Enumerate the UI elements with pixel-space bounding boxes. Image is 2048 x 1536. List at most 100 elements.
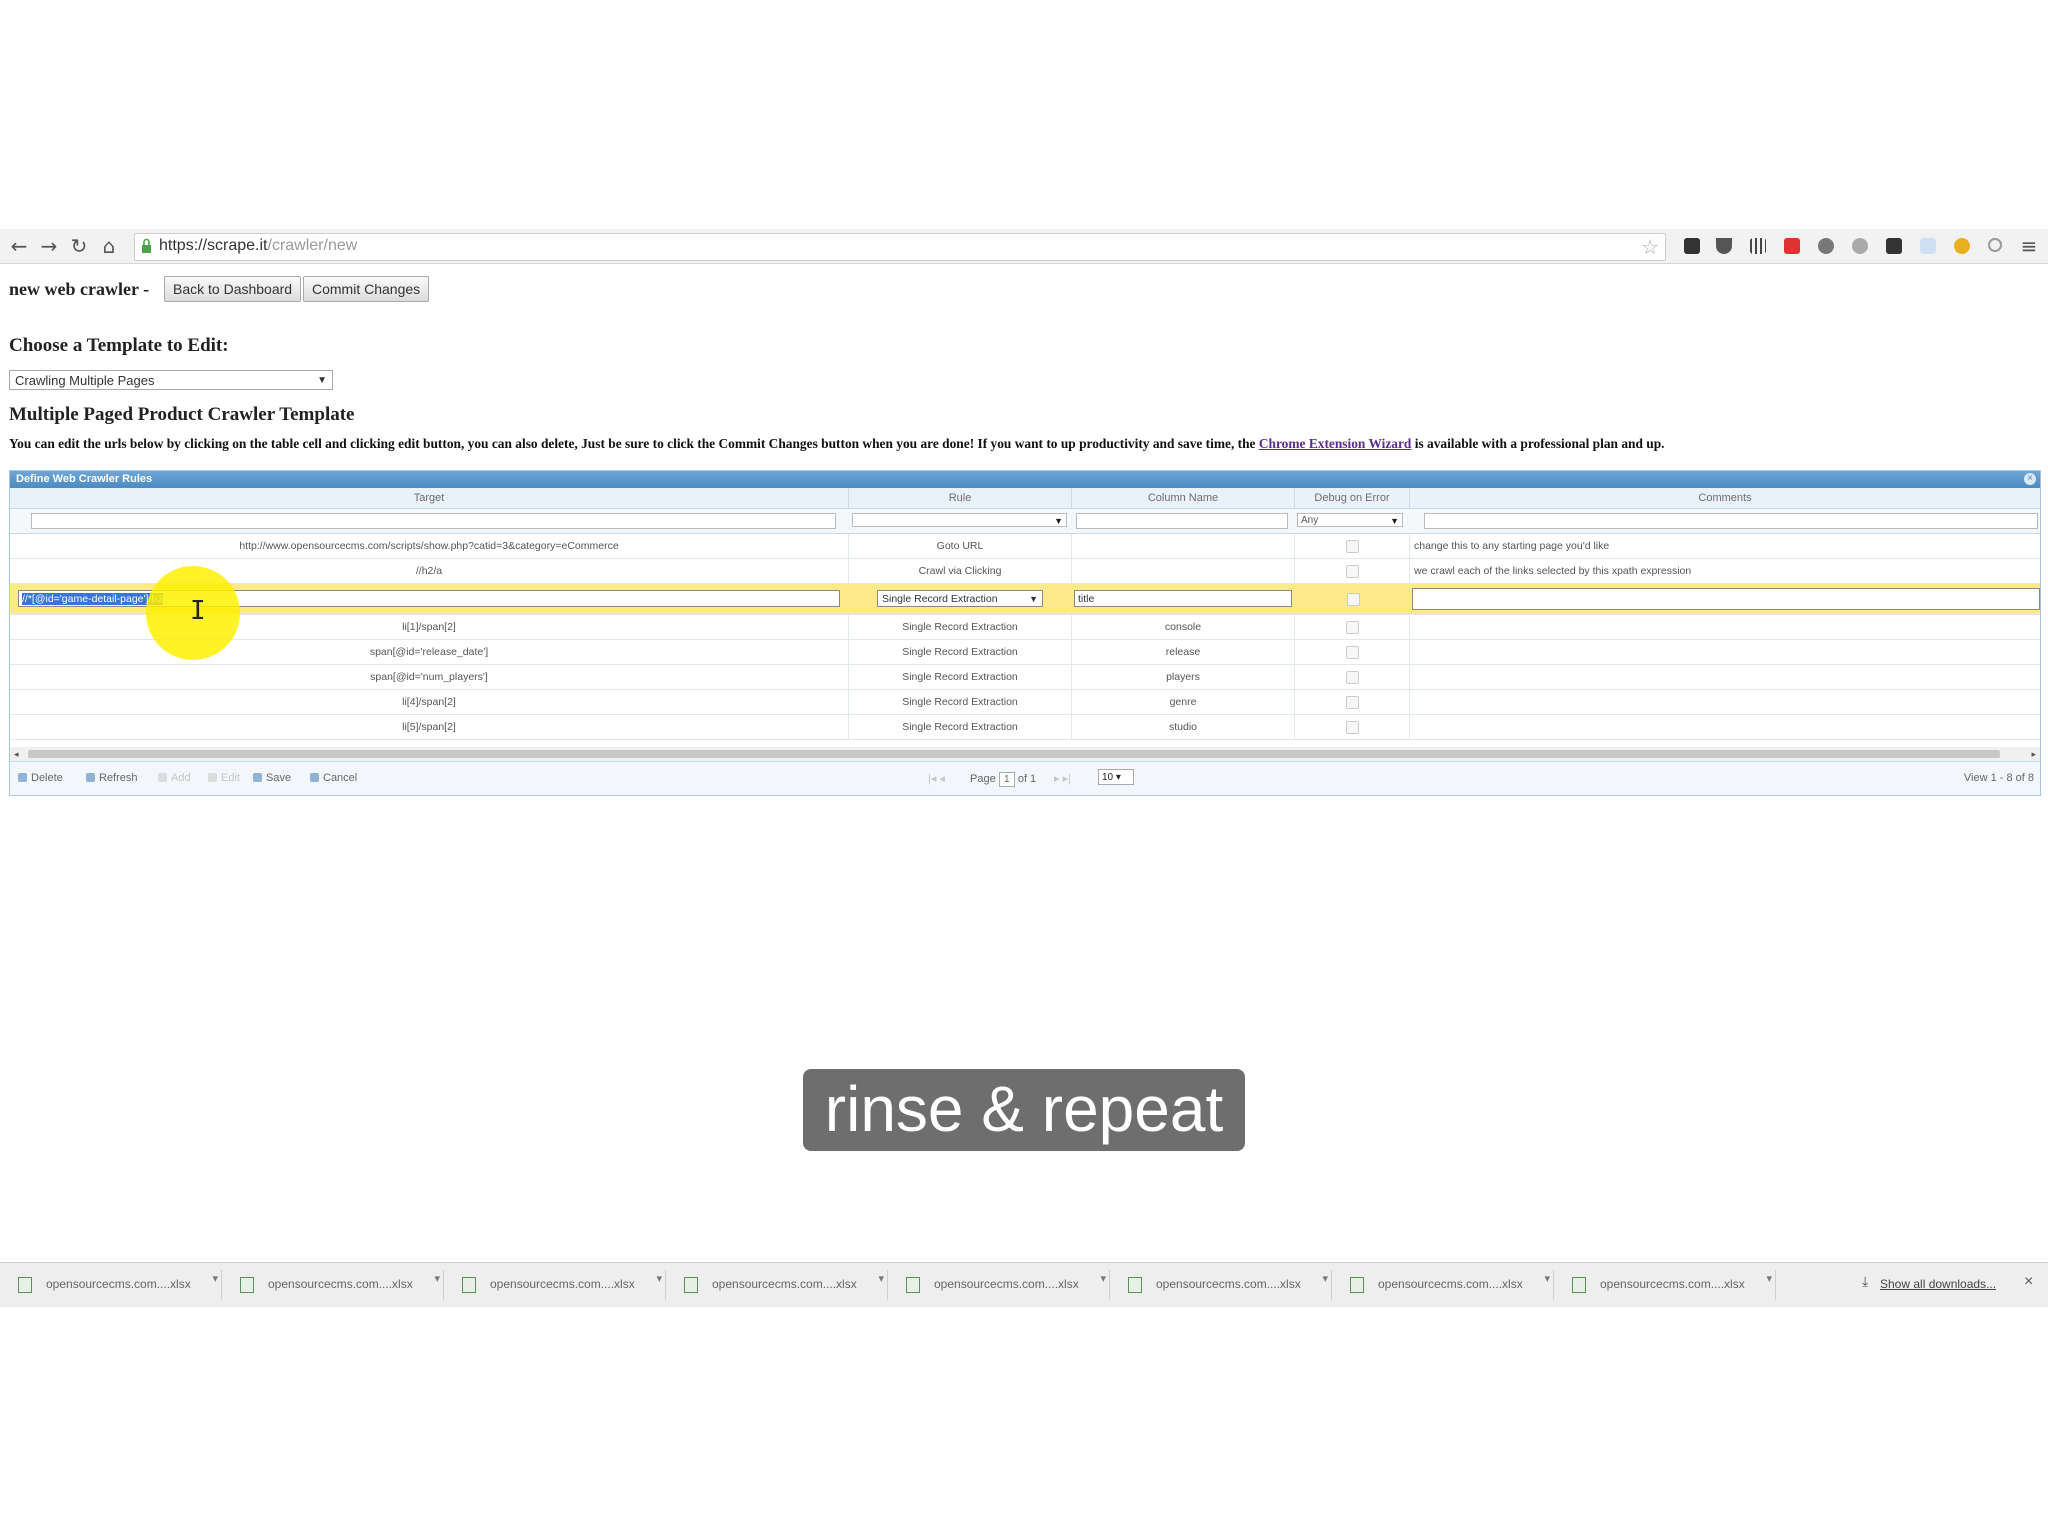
add-button[interactable]: Add [158,772,191,784]
circle-icon[interactable] [1852,238,1868,254]
table-row[interactable]: span[@id='num_players'] Single Record Ex… [10,665,2040,690]
table-row[interactable]: li[4]/span[2] Single Record Extraction g… [10,690,2040,715]
download-item[interactable]: opensourcecms.com....xlsx ▾ [228,1270,444,1300]
reload-icon[interactable]: ↻ [66,233,92,259]
edit-button[interactable]: Edit [208,772,240,784]
debug-checkbox[interactable] [1346,721,1359,734]
rule-filter-select[interactable]: ▼ [852,513,1067,527]
table-row[interactable]: span[@id='release_date'] Single Record E… [10,640,2040,665]
scroll-thumb[interactable] [28,750,2000,758]
column-header-column-name[interactable]: Column Name [1072,488,1295,508]
globe-icon[interactable] [1818,238,1834,254]
comments-cell[interactable]: change this to any starting page you'd l… [1410,534,2040,558]
comments-filter-input[interactable] [1424,513,2038,529]
comments-cell[interactable] [1410,715,2040,739]
back-arrow-icon[interactable]: ← [6,233,32,259]
debug-checkbox[interactable] [1346,565,1359,578]
chrome-extension-wizard-link[interactable]: Chrome Extension Wizard [1259,436,1412,451]
target-cell[interactable]: li[5]/span[2] [10,715,849,739]
column-name-cell[interactable]: console [1072,615,1295,639]
comments-cell[interactable] [1410,640,2040,664]
square-icon[interactable] [1886,238,1902,254]
rule-cell[interactable]: Single Record Extraction [849,640,1072,664]
caret-down-icon[interactable]: ▾ [1100,1272,1106,1285]
wrench-icon[interactable] [1988,238,2002,252]
download-item[interactable]: opensourcecms.com....xlsx ▾ [1560,1270,1776,1300]
comments-edit-input[interactable] [1412,588,2040,610]
caret-down-icon[interactable]: ▾ [1766,1272,1772,1285]
debug-checkbox[interactable] [1346,540,1359,553]
equalizer-icon[interactable] [1750,238,1766,254]
download-item[interactable]: opensourcecms.com....xlsx ▾ [672,1270,888,1300]
comments-cell[interactable] [1410,690,2040,714]
rows-per-page-select[interactable]: 10 ▾ [1098,769,1134,785]
caret-down-icon[interactable]: ▾ [212,1272,218,1285]
table-row[interactable]: li[1]/span[2] Single Record Extraction c… [10,615,2040,640]
target-cell[interactable]: span[@id='release_date'] [10,640,849,664]
debug-checkbox[interactable] [1347,593,1360,606]
menu-icon[interactable]: ≡ [2016,233,2042,259]
first-page-icon[interactable]: |◂ ◂ [928,772,945,785]
save-button[interactable]: Save [253,772,291,784]
debug-checkbox[interactable] [1346,671,1359,684]
caret-down-icon[interactable]: ▾ [656,1272,662,1285]
collapse-icon[interactable]: × [2024,473,2036,485]
bookmark-star-icon[interactable]: ☆ [1641,235,1659,259]
back-to-dashboard-button[interactable]: Back to Dashboard [164,276,302,302]
refresh-button[interactable]: Refresh [86,772,138,784]
extension-icon[interactable] [1684,238,1700,254]
rule-cell[interactable]: Single Record Extraction [849,665,1072,689]
debug-checkbox[interactable] [1346,646,1359,659]
column-header-debug[interactable]: Debug on Error [1295,488,1410,508]
column-header-rule[interactable]: Rule [849,488,1072,508]
column-name-cell[interactable] [1072,534,1295,558]
download-item[interactable]: opensourcecms.com....xlsx ▾ [6,1270,222,1300]
table-row[interactable]: li[5]/span[2] Single Record Extraction s… [10,715,2040,740]
target-cell[interactable]: li[4]/span[2] [10,690,849,714]
column-name-cell[interactable]: release [1072,640,1295,664]
chrome-icon[interactable] [1954,238,1970,254]
target-cell[interactable]: span[@id='num_players'] [10,665,849,689]
target-filter-input[interactable] [31,513,836,529]
target-edit-input[interactable]: //*[@id='game-detail-page']/h3 [18,590,840,607]
download-item[interactable]: opensourcecms.com....xlsx ▾ [450,1270,666,1300]
rule-cell[interactable]: Crawl via Clicking [849,559,1072,583]
rule-cell[interactable]: Single Record Extraction [849,615,1072,639]
forward-arrow-icon[interactable]: → [36,233,62,259]
table-row[interactable]: //h2/a Crawl via Clicking we crawl each … [10,559,2040,584]
last-page-icon[interactable]: ▸ ▸| [1054,772,1071,785]
horizontal-scrollbar[interactable]: ◂ ▸ [10,747,2040,761]
commit-changes-button[interactable]: Commit Changes [303,276,430,302]
close-icon[interactable]: × [2024,1273,2033,1291]
delete-button[interactable]: Delete [18,772,63,784]
download-item[interactable]: opensourcecms.com....xlsx ▾ [1116,1270,1332,1300]
cancel-button[interactable]: Cancel [310,772,357,784]
comments-cell[interactable] [1410,665,2040,689]
column-name-edit-input[interactable]: title [1074,590,1292,607]
template-select[interactable]: Crawling Multiple Pages ▼ [9,370,333,390]
caret-down-icon[interactable]: ▾ [1544,1272,1550,1285]
table-row-editing[interactable]: //*[@id='game-detail-page']/h3 Single Re… [10,584,2040,615]
caret-down-icon[interactable]: ▾ [878,1272,884,1285]
debug-filter-select[interactable]: Any ▼ [1297,513,1403,527]
debug-checkbox[interactable] [1346,696,1359,709]
rule-edit-select[interactable]: Single Record Extraction ▼ [877,590,1043,607]
target-cell[interactable]: http://www.opensourcecms.com/scripts/sho… [10,534,849,558]
comments-cell[interactable] [1410,615,2040,639]
rule-cell[interactable]: Single Record Extraction [849,690,1072,714]
comments-cell[interactable]: we crawl each of the links selected by t… [1410,559,2040,583]
download-item[interactable]: opensourcecms.com....xlsx ▾ [1338,1270,1554,1300]
scroll-left-icon[interactable]: ◂ [14,747,19,761]
table-row[interactable]: http://www.opensourcecms.com/scripts/sho… [10,534,2040,559]
document-icon[interactable] [1920,238,1936,254]
download-item[interactable]: opensourcecms.com....xlsx ▾ [894,1270,1110,1300]
column-name-cell[interactable]: genre [1072,690,1295,714]
shield-icon[interactable] [1716,238,1732,254]
target-cell[interactable]: li[1]/span[2] [10,615,849,639]
address-bar[interactable]: https://scrape.it/crawler/new ☆ [134,233,1666,261]
column-name-cell[interactable]: players [1072,665,1295,689]
page-number-input[interactable]: 1 [998,772,1015,787]
target-cell[interactable]: //h2/a [10,559,849,583]
rule-cell[interactable]: Goto URL [849,534,1072,558]
column-name-cell[interactable]: studio [1072,715,1295,739]
